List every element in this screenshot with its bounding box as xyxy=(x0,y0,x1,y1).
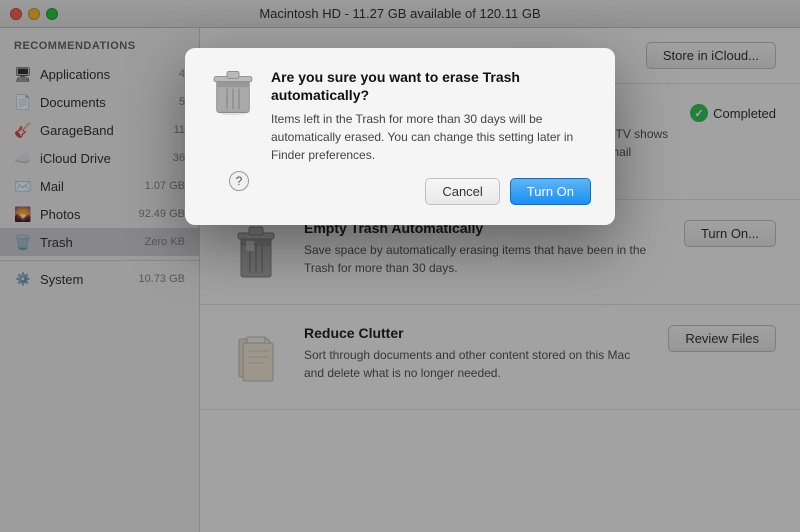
modal-confirm-button[interactable]: Turn On xyxy=(510,178,591,205)
modal-overlay: Are you sure you want to erase Trash aut… xyxy=(0,0,800,532)
modal-help-area: ? xyxy=(229,171,249,191)
modal-title: Are you sure you want to erase Trash aut… xyxy=(271,68,591,104)
modal-header: Are you sure you want to erase Trash aut… xyxy=(209,68,591,164)
modal-trash-icon xyxy=(209,68,257,116)
modal-inner: Are you sure you want to erase Trash aut… xyxy=(209,68,591,205)
modal-cancel-button[interactable]: Cancel xyxy=(425,178,499,205)
modal-footer: ? Cancel Turn On xyxy=(209,178,591,205)
help-button[interactable]: ? xyxy=(229,171,249,191)
modal-desc: Items left in the Trash for more than 30… xyxy=(271,110,591,164)
modal-text-area: Are you sure you want to erase Trash aut… xyxy=(271,68,591,164)
erase-trash-modal: Are you sure you want to erase Trash aut… xyxy=(185,48,615,225)
